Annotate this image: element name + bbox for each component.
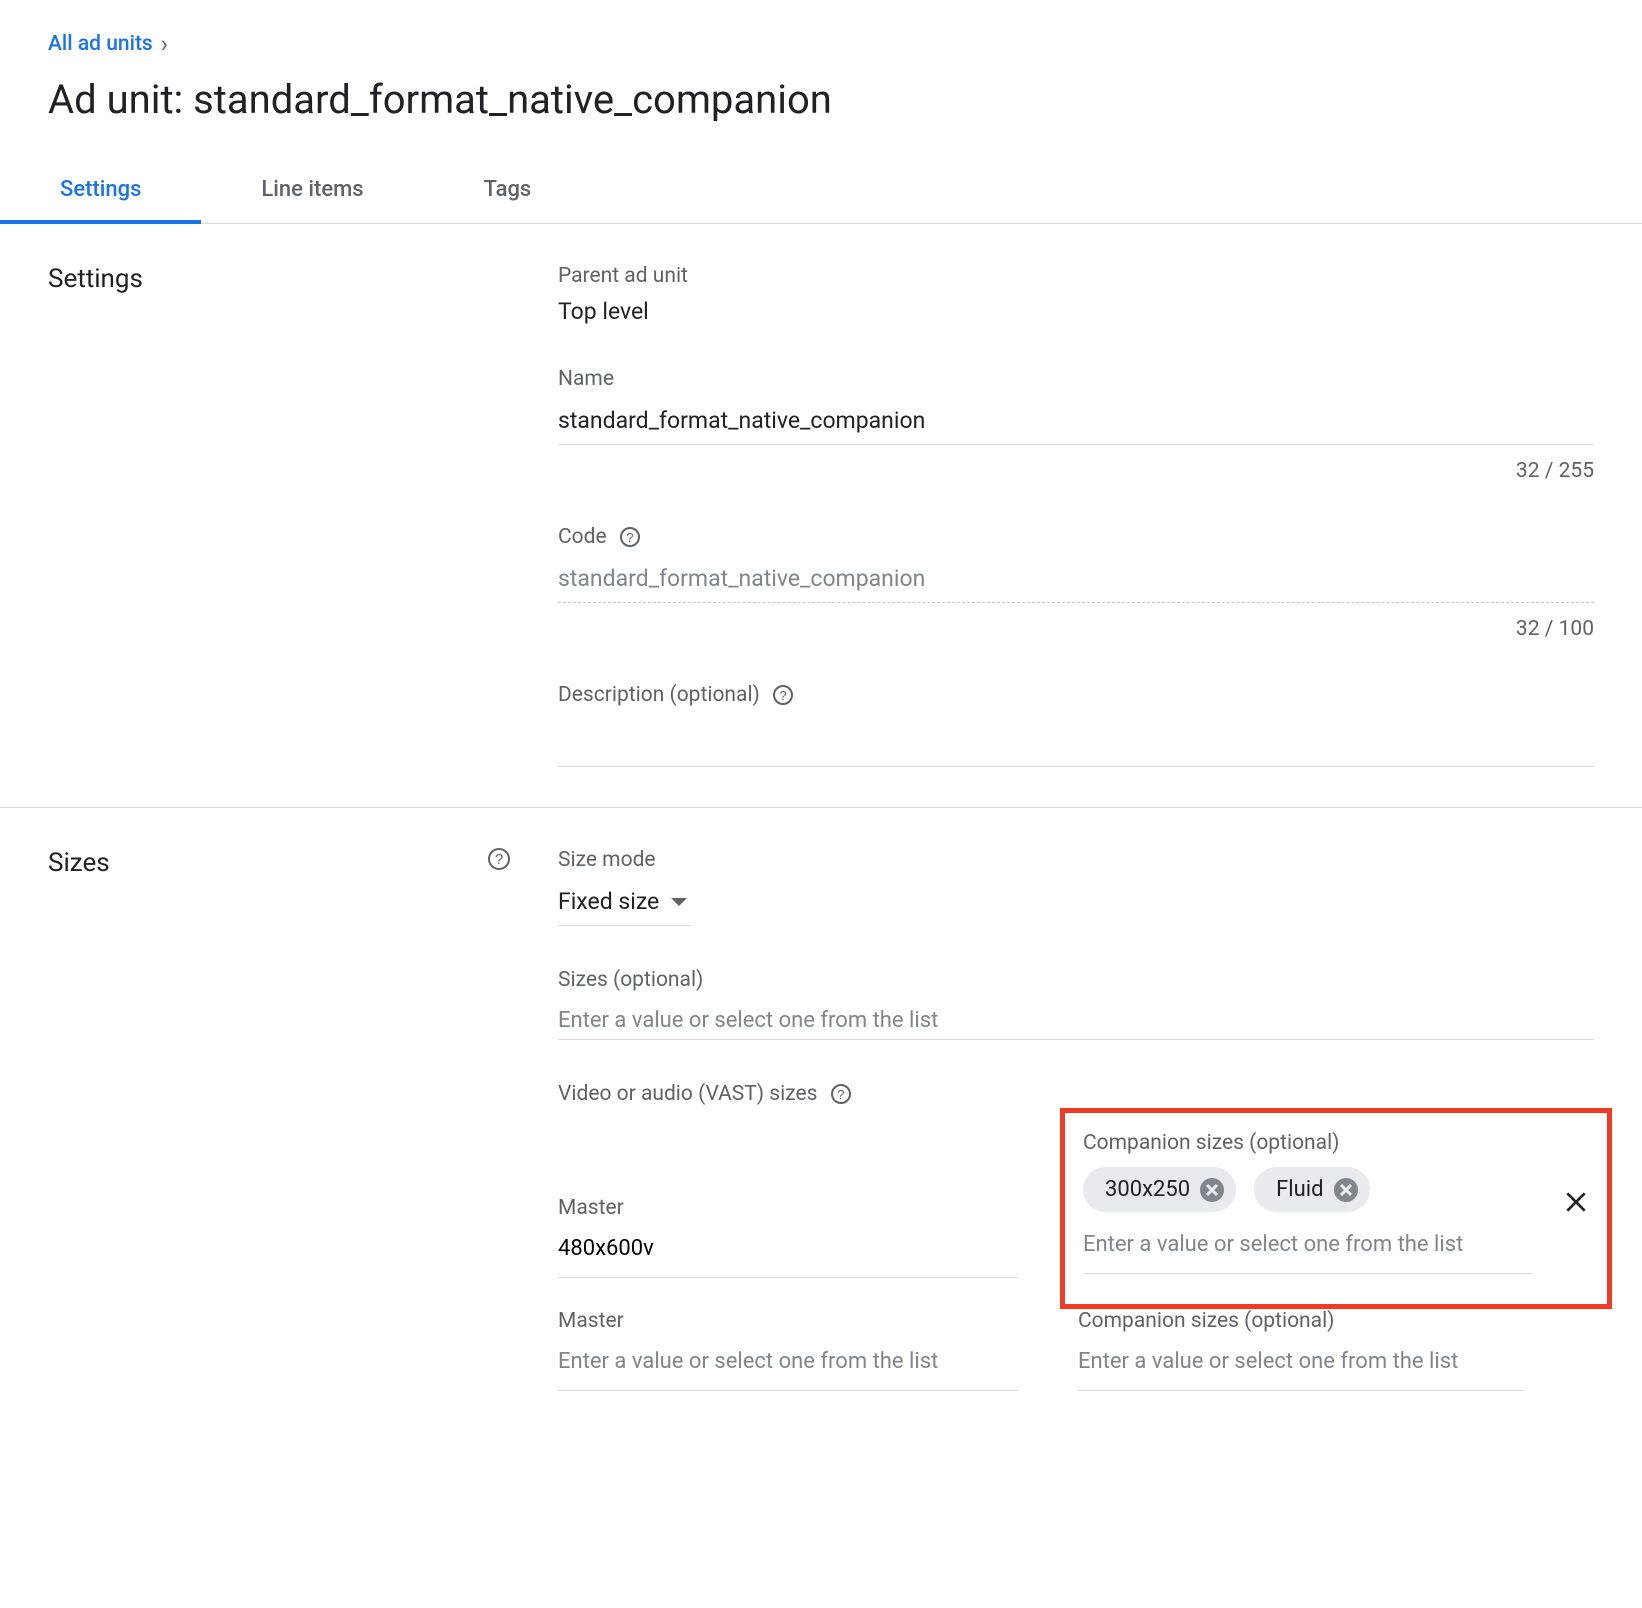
close-icon[interactable] xyxy=(1334,1178,1358,1202)
name-char-count: 32 / 255 xyxy=(558,459,1594,483)
settings-section: Settings Parent ad unit Top level Name 3… xyxy=(0,224,1642,808)
close-icon[interactable] xyxy=(1200,1178,1224,1202)
size-chip: Fluid xyxy=(1254,1167,1369,1212)
master-input-2[interactable] xyxy=(558,1343,1018,1380)
code-label: Code ? xyxy=(558,525,1594,549)
size-chip: 300x250 xyxy=(1083,1167,1236,1212)
sizes-section: Sizes ? Size mode Fixed size Sizes (opti… xyxy=(0,808,1642,1463)
help-icon[interactable]: ? xyxy=(773,685,793,705)
companion-label: Companion sizes (optional) xyxy=(1083,1131,1533,1155)
code-char-count: 32 / 100 xyxy=(558,617,1594,641)
sizes-heading: Sizes xyxy=(48,848,110,878)
tab-tags[interactable]: Tags xyxy=(424,159,592,224)
companion-label: Companion sizes (optional) xyxy=(1078,1309,1524,1333)
size-mode-dropdown[interactable]: Fixed size xyxy=(558,882,691,926)
chip-label: Fluid xyxy=(1276,1177,1323,1202)
name-label: Name xyxy=(558,367,1594,391)
page-title: Ad unit: standard_format_native_companio… xyxy=(48,76,1594,123)
breadcrumb: All ad units › xyxy=(48,30,1594,58)
master-input[interactable] xyxy=(558,1230,1018,1267)
description-input[interactable] xyxy=(558,719,1594,767)
name-input[interactable] xyxy=(558,401,1594,445)
vast-label: Video or audio (VAST) sizes ? xyxy=(558,1082,1594,1106)
sizes-input[interactable] xyxy=(558,1002,1594,1039)
parent-value: Top level xyxy=(558,298,1594,325)
tab-line-items[interactable]: Line items xyxy=(201,159,423,224)
chevron-right-icon: › xyxy=(161,30,168,58)
companion-highlight: Companion sizes (optional) 300x250 xyxy=(1060,1108,1612,1309)
help-icon[interactable]: ? xyxy=(831,1084,851,1104)
companion-input[interactable] xyxy=(1083,1226,1533,1263)
breadcrumb-link[interactable]: All ad units xyxy=(48,32,153,56)
tabs: Settings Line items Tags xyxy=(0,158,1642,224)
master-label: Master xyxy=(558,1196,1018,1220)
size-mode-value: Fixed size xyxy=(558,888,659,915)
chevron-down-icon xyxy=(671,898,687,906)
code-input xyxy=(558,559,1594,603)
settings-heading: Settings xyxy=(48,264,143,294)
sizes-label: Sizes (optional) xyxy=(558,968,1594,992)
chip-label: 300x250 xyxy=(1105,1177,1190,1202)
help-icon[interactable]: ? xyxy=(488,848,510,870)
help-icon[interactable]: ? xyxy=(620,527,640,547)
master-label: Master xyxy=(558,1309,1018,1333)
tab-settings[interactable]: Settings xyxy=(0,159,201,224)
companion-input-2[interactable] xyxy=(1078,1343,1524,1380)
parent-label: Parent ad unit xyxy=(558,264,1594,288)
description-label: Description (optional) ? xyxy=(558,683,1594,707)
remove-row-button[interactable] xyxy=(1563,1189,1589,1221)
size-mode-label: Size mode xyxy=(558,848,1594,872)
